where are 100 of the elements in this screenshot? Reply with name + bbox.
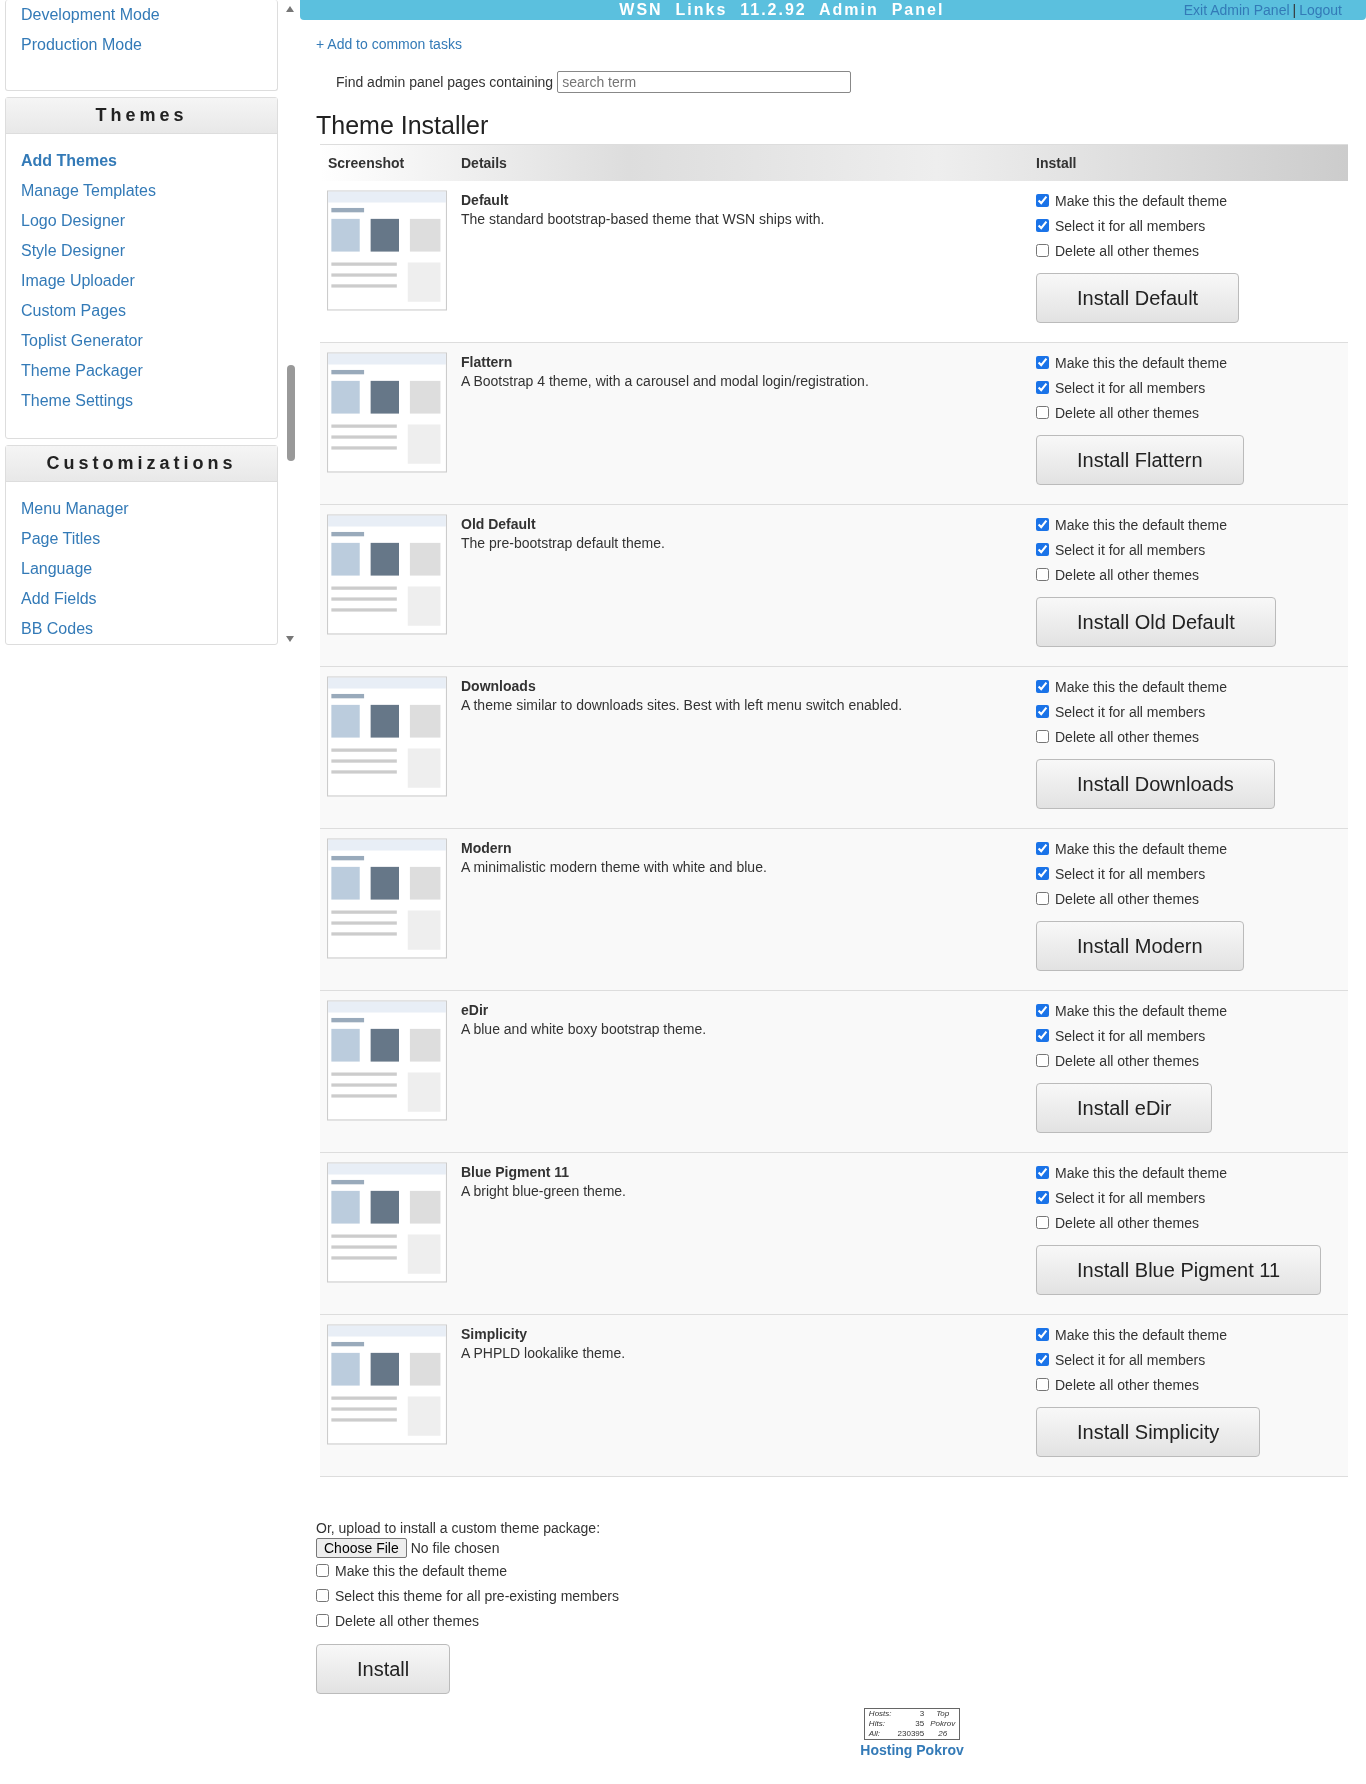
hosting-link[interactable]: Hosting Pokrov xyxy=(860,1742,964,1758)
checkbox[interactable] xyxy=(1036,730,1049,743)
checkbox[interactable] xyxy=(1036,543,1049,556)
column-header: Install xyxy=(1036,155,1078,171)
file-status: No file chosen xyxy=(410,1540,500,1556)
checkbox[interactable] xyxy=(1036,1378,1049,1391)
sidebar-link[interactable]: Production Mode xyxy=(6,30,277,60)
sidebar-link[interactable]: BB Codes xyxy=(6,614,277,644)
theme-name: Downloads xyxy=(461,678,537,694)
counter-text: Hits: xyxy=(868,1719,886,1729)
checkbox[interactable] xyxy=(1036,518,1049,531)
sidebar-link[interactable]: Menu Manager xyxy=(6,494,277,524)
page-heading: Theme Installer xyxy=(316,111,490,140)
sidebar-link[interactable]: Image Uploader xyxy=(6,266,277,296)
install-button[interactable]: Install xyxy=(316,1644,451,1694)
checkbox[interactable] xyxy=(1036,219,1049,232)
checkbox-label: Select it for all members xyxy=(1055,1189,1206,1206)
theme-description: A PHPLD lookalike theme. xyxy=(461,1345,627,1361)
theme-name: Default xyxy=(461,192,510,208)
checkbox[interactable] xyxy=(1036,1328,1049,1341)
install-button[interactable]: Install Default xyxy=(1036,273,1240,323)
checkbox-label: Select it for all members xyxy=(1055,1027,1206,1044)
counter-text: Hosts: xyxy=(868,1709,892,1719)
sidebar-link[interactable]: Logo Designer xyxy=(6,206,277,236)
scroll-up-icon[interactable] xyxy=(286,6,294,12)
checkbox-label: Make this the default theme xyxy=(1055,678,1227,695)
sidebar-link[interactable]: Toplist Generator xyxy=(6,326,277,356)
checkbox[interactable] xyxy=(1036,1054,1049,1067)
counter-text: All: xyxy=(868,1729,881,1739)
sidebar-link[interactable]: Add Fields xyxy=(6,584,277,614)
theme-description: A bright blue-green theme. xyxy=(461,1183,627,1199)
checkbox[interactable] xyxy=(1036,892,1049,905)
install-button[interactable]: Install Old Default xyxy=(1036,597,1276,647)
checkbox-label: Make this the default theme xyxy=(1055,840,1227,857)
checkbox[interactable] xyxy=(316,1589,329,1602)
checkbox[interactable] xyxy=(1036,194,1049,207)
install-button[interactable]: Install Flattern xyxy=(1036,435,1244,485)
sidebar-link[interactable]: Theme Settings xyxy=(6,386,277,416)
checkbox-label: Delete all other themes xyxy=(1055,404,1199,421)
counter-text: 35 xyxy=(914,1719,925,1729)
checkbox[interactable] xyxy=(1036,356,1049,369)
sidebar-link[interactable]: Manage Templates xyxy=(6,176,277,206)
counter-text: 26 xyxy=(937,1729,949,1739)
theme-description: A Bootstrap 4 theme, with a carousel and modal login/registration. xyxy=(461,373,870,389)
separator: | xyxy=(1292,2,1297,18)
theme-name: Blue Pigment 11 xyxy=(461,1164,571,1180)
checkbox[interactable] xyxy=(1036,1166,1049,1179)
theme-description: A blue and white boxy bootstrap theme. xyxy=(461,1021,708,1037)
checkbox[interactable] xyxy=(1036,1029,1049,1042)
column-header: Details xyxy=(461,155,508,171)
install-button[interactable]: Install Simplicity xyxy=(1036,1407,1261,1457)
checkbox-label: Make this the default theme xyxy=(335,1562,507,1579)
upload-label: Or, upload to install a custom theme package: xyxy=(316,1520,602,1536)
checkbox[interactable] xyxy=(1036,1353,1049,1366)
theme-name: Modern xyxy=(461,840,513,856)
checkbox-label: Select it for all members xyxy=(1055,217,1206,234)
checkbox[interactable] xyxy=(1036,1004,1049,1017)
checkbox[interactable] xyxy=(1036,680,1049,693)
checkbox-label: Delete all other themes xyxy=(1055,890,1199,907)
checkbox-label: Select it for all members xyxy=(1055,1351,1206,1368)
sidebar-link[interactable]: Theme Packager xyxy=(6,356,277,386)
panel-title: WSN Links 11.2.92 Admin Panel xyxy=(618,1,946,19)
scroll-down-icon[interactable] xyxy=(286,636,294,642)
checkbox[interactable] xyxy=(1036,406,1049,419)
install-button[interactable]: Install Downloads xyxy=(1036,759,1275,809)
sidebar-link[interactable]: Development Mode xyxy=(6,0,277,30)
checkbox-label: Delete all other themes xyxy=(1055,728,1199,745)
checkbox[interactable] xyxy=(1036,1191,1049,1204)
install-button[interactable]: Install Modern xyxy=(1036,921,1244,971)
install-button[interactable]: Install eDir xyxy=(1036,1083,1213,1133)
checkbox[interactable] xyxy=(1036,705,1049,718)
sidebar-link[interactable]: Page Titles xyxy=(6,524,277,554)
checkbox-label: Delete all other themes xyxy=(1055,242,1199,259)
checkbox[interactable] xyxy=(316,1564,329,1577)
sidebar-link[interactable]: Language xyxy=(6,554,277,584)
checkbox[interactable] xyxy=(1036,1216,1049,1229)
sidebar-link[interactable]: Custom Pages xyxy=(6,296,277,326)
column-header: Screenshot xyxy=(327,155,406,171)
scrollbar-thumb[interactable] xyxy=(287,365,295,461)
theme-name: Flattern xyxy=(461,354,514,370)
checkbox-label: Make this the default theme xyxy=(1055,192,1227,209)
section-header: Themes xyxy=(6,98,277,134)
sidebar-link[interactable]: Add Themes xyxy=(6,146,277,176)
checkbox[interactable] xyxy=(1036,568,1049,581)
add-task-link[interactable]: + Add to common tasks xyxy=(316,36,462,52)
sidebar-link[interactable]: Style Designer xyxy=(6,236,277,266)
choose-file-button[interactable]: Choose File xyxy=(316,1538,407,1558)
checkbox[interactable] xyxy=(1036,244,1049,257)
counter-text: Top xyxy=(935,1709,951,1719)
checkbox-label: Make this the default theme xyxy=(1055,1164,1227,1181)
install-button[interactable]: Install Blue Pigment 11 xyxy=(1036,1245,1322,1295)
theme-description: The pre-bootstrap default theme. xyxy=(461,535,666,551)
counter-text: Pokrov xyxy=(930,1719,956,1729)
checkbox[interactable] xyxy=(1036,381,1049,394)
checkbox[interactable] xyxy=(316,1614,329,1627)
checkbox[interactable] xyxy=(1036,867,1049,880)
theme-name: Old Default xyxy=(461,516,537,532)
search-field[interactable]: search term xyxy=(557,71,852,93)
checkbox-label: Select this theme for all pre-existing members xyxy=(335,1587,619,1604)
checkbox[interactable] xyxy=(1036,842,1049,855)
